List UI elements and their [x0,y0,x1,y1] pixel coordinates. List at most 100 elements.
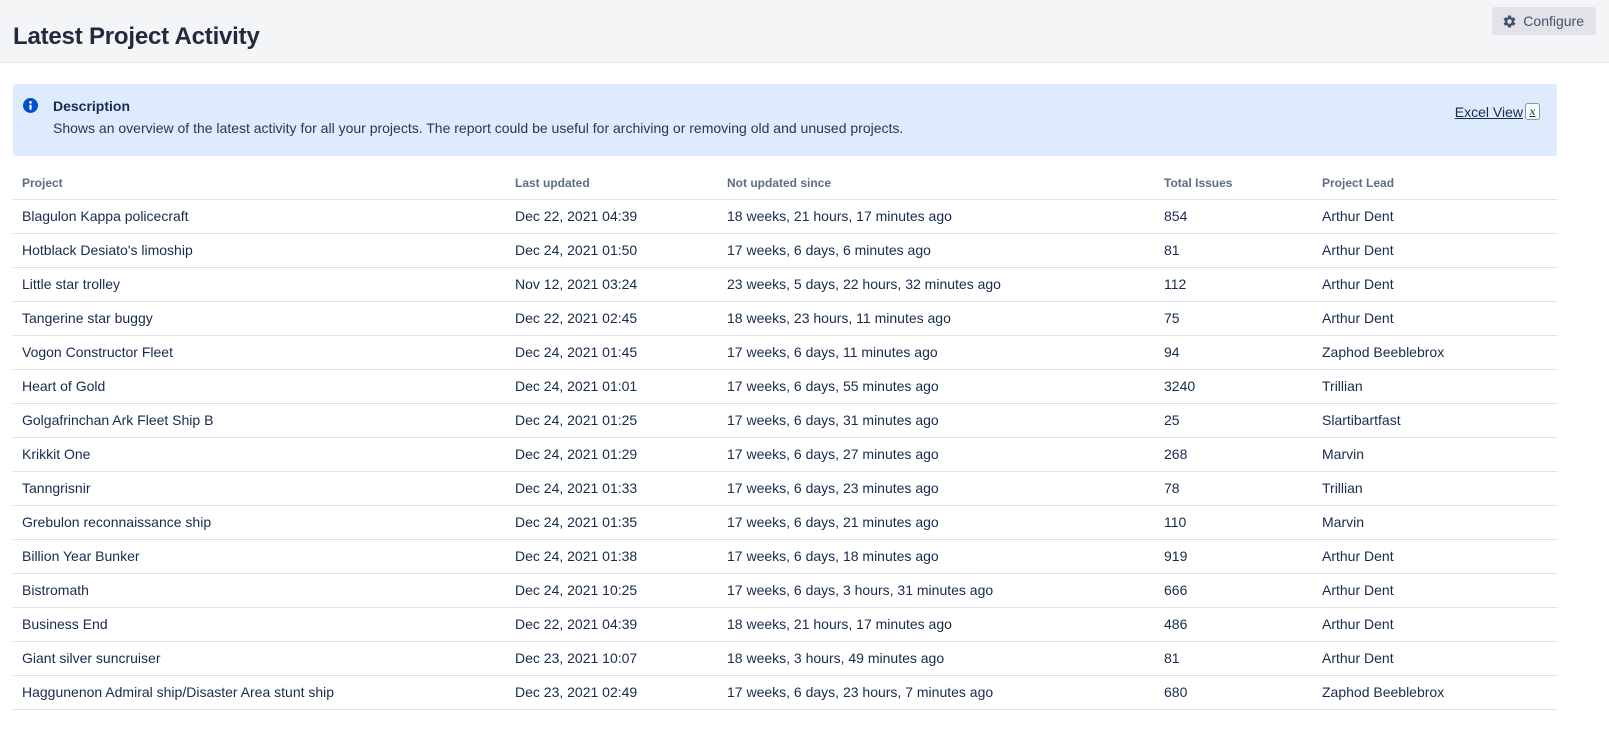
project-lead-cell: Arthur Dent [1313,641,1557,676]
project-lead-cell: Arthur Dent [1313,233,1557,268]
not-updated-since-cell: 17 weeks, 6 days, 3 hours, 31 minutes ag… [718,573,1155,608]
last-updated-cell: Dec 23, 2021 10:07 [506,641,718,676]
project-lead-cell: Trillian [1313,471,1557,506]
project-cell: Krikkit One [13,437,506,472]
project-cell: Tanngrisnir [13,471,506,506]
page-header: Latest Project Activity Configure [0,0,1609,63]
report-content: Description Shows an overview of the lat… [0,84,1609,710]
excel-file-icon[interactable]: x [1525,103,1540,120]
project-cell: Bistromath [13,573,506,608]
last-updated-cell: Nov 12, 2021 03:24 [506,267,718,302]
total-issues-cell: 854 [1155,199,1313,234]
not-updated-since-cell: 17 weeks, 6 days, 27 minutes ago [718,437,1155,472]
info-panel-body: Shows an overview of the latest activity… [53,120,904,136]
total-issues-cell: 75 [1155,301,1313,336]
total-issues-cell: 3240 [1155,369,1313,404]
project-lead-cell: Slartibartfast [1313,403,1557,438]
last-updated-cell: Dec 22, 2021 02:45 [506,301,718,336]
excel-view-link[interactable]: Excel View x [1455,103,1540,120]
project-cell: Tangerine star buggy [13,301,506,336]
project-lead-cell: Arthur Dent [1313,199,1557,234]
not-updated-since-cell: 18 weeks, 3 hours, 49 minutes ago [718,641,1155,676]
last-updated-cell: Dec 24, 2021 01:50 [506,233,718,268]
project-cell: Billion Year Bunker [13,539,506,574]
not-updated-since-cell: 17 weeks, 6 days, 18 minutes ago [718,539,1155,574]
total-issues-cell: 78 [1155,471,1313,506]
column-header-project: Project [13,167,506,200]
total-issues-cell: 112 [1155,267,1313,302]
table-row: Business End Dec 22, 2021 04:39 18 weeks… [13,607,1557,642]
project-cell: Hotblack Desiato's limoship [13,233,506,268]
not-updated-since-cell: 17 weeks, 6 days, 21 minutes ago [718,505,1155,540]
project-lead-cell: Trillian [1313,369,1557,404]
not-updated-since-cell: 23 weeks, 5 days, 22 hours, 32 minutes a… [718,267,1155,302]
total-issues-cell: 110 [1155,505,1313,540]
info-panel: Description Shows an overview of the lat… [13,84,1557,156]
project-cell: Grebulon reconnaissance ship [13,505,506,540]
project-cell: Vogon Constructor Fleet [13,335,506,370]
project-cell: Little star trolley [13,267,506,302]
project-cell: Blagulon Kappa policecraft [13,199,506,234]
excel-view-link-label[interactable]: Excel View [1455,104,1523,120]
table-row: Blagulon Kappa policecraft Dec 22, 2021 … [13,199,1557,234]
table-row: Hotblack Desiato's limoship Dec 24, 2021… [13,233,1557,268]
last-updated-cell: Dec 24, 2021 01:35 [506,505,718,540]
total-issues-cell: 94 [1155,335,1313,370]
table-row: Tangerine star buggy Dec 22, 2021 02:45 … [13,301,1557,336]
last-updated-cell: Dec 24, 2021 01:25 [506,403,718,438]
column-header-project-lead: Project Lead [1313,167,1557,200]
last-updated-cell: Dec 24, 2021 01:45 [506,335,718,370]
table-row: Giant silver suncruiser Dec 23, 2021 10:… [13,641,1557,676]
total-issues-cell: 268 [1155,437,1313,472]
info-panel-text: Description Shows an overview of the lat… [53,96,903,138]
column-header-last-updated: Last updated [506,167,718,200]
table-row: Bistromath Dec 24, 2021 10:25 17 weeks, … [13,573,1557,608]
project-cell: Heart of Gold [13,369,506,404]
project-activity-table: Project Last updated Not updated since T… [13,167,1557,710]
total-issues-cell: 81 [1155,641,1313,676]
table-header-row: Project Last updated Not updated since T… [13,167,1557,200]
last-updated-cell: Dec 22, 2021 04:39 [506,199,718,234]
project-lead-cell: Arthur Dent [1313,267,1557,302]
last-updated-cell: Dec 24, 2021 10:25 [506,573,718,608]
not-updated-since-cell: 18 weeks, 21 hours, 17 minutes ago [718,199,1155,234]
configure-button[interactable]: Configure [1492,7,1596,35]
column-header-not-updated-since: Not updated since [718,167,1155,200]
not-updated-since-cell: 18 weeks, 21 hours, 17 minutes ago [718,607,1155,642]
last-updated-cell: Dec 23, 2021 02:49 [506,675,718,710]
project-lead-cell: Arthur Dent [1313,573,1557,608]
not-updated-since-cell: 17 weeks, 6 days, 23 minutes ago [718,471,1155,506]
project-lead-cell: Zaphod Beeblebrox [1313,675,1557,710]
table-row: Grebulon reconnaissance ship Dec 24, 202… [13,505,1557,540]
not-updated-since-cell: 18 weeks, 23 hours, 11 minutes ago [718,301,1155,336]
configure-button-label: Configure [1523,13,1584,29]
table-row: Little star trolley Nov 12, 2021 03:24 2… [13,267,1557,302]
total-issues-cell: 680 [1155,675,1313,710]
not-updated-since-cell: 17 weeks, 6 days, 31 minutes ago [718,403,1155,438]
table-row: Tanngrisnir Dec 24, 2021 01:33 17 weeks,… [13,471,1557,506]
project-cell: Haggunenon Admiral ship/Disaster Area st… [13,675,506,710]
table-row: Vogon Constructor Fleet Dec 24, 2021 01:… [13,335,1557,370]
table-row: Golgafrinchan Ark Fleet Ship B Dec 24, 2… [13,403,1557,438]
not-updated-since-cell: 17 weeks, 6 days, 23 hours, 7 minutes ag… [718,675,1155,710]
project-lead-cell: Marvin [1313,505,1557,540]
not-updated-since-cell: 17 weeks, 6 days, 55 minutes ago [718,369,1155,404]
total-issues-cell: 666 [1155,573,1313,608]
project-cell: Giant silver suncruiser [13,641,506,676]
total-issues-cell: 81 [1155,233,1313,268]
project-cell: Golgafrinchan Ark Fleet Ship B [13,403,506,438]
last-updated-cell: Dec 24, 2021 01:29 [506,437,718,472]
table-row: Billion Year Bunker Dec 24, 2021 01:38 1… [13,539,1557,574]
table-body: Blagulon Kappa policecraft Dec 22, 2021 … [13,199,1557,710]
table-row: Haggunenon Admiral ship/Disaster Area st… [13,675,1557,710]
project-lead-cell: Arthur Dent [1313,607,1557,642]
gear-icon [1502,14,1517,29]
total-issues-cell: 25 [1155,403,1313,438]
last-updated-cell: Dec 24, 2021 01:33 [506,471,718,506]
project-cell: Business End [13,607,506,642]
page-title: Latest Project Activity [13,23,260,51]
table-row: Heart of Gold Dec 24, 2021 01:01 17 week… [13,369,1557,404]
total-issues-cell: 919 [1155,539,1313,574]
project-lead-cell: Zaphod Beeblebrox [1313,335,1557,370]
last-updated-cell: Dec 24, 2021 01:38 [506,539,718,574]
